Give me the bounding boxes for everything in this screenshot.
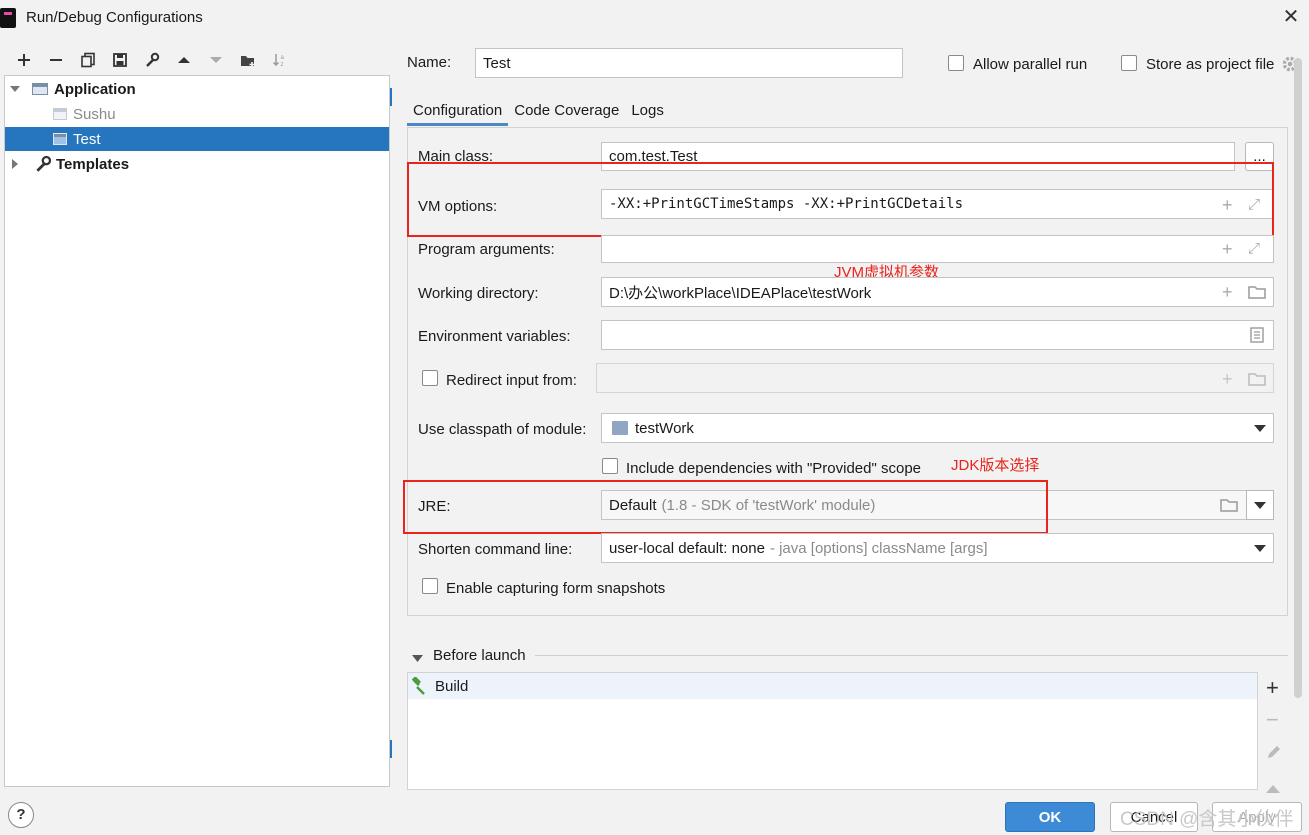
- hammer-icon: [411, 677, 425, 695]
- collapse-down-icon[interactable]: [412, 650, 423, 667]
- include-deps-label: Include dependencies with "Provided" sco…: [626, 460, 922, 477]
- snapshots-checkbox[interactable]: [422, 578, 438, 594]
- title-bar: Run/Debug Configurations ✕: [0, 0, 1309, 38]
- shorten-hint: - java [options] className [args]: [769, 539, 988, 557]
- section-divider: [535, 655, 1288, 656]
- splitter-handle[interactable]: [390, 740, 392, 758]
- program-args-label: Program arguments:: [418, 241, 555, 258]
- classpath-select[interactable]: testWork: [601, 413, 1274, 443]
- tab-logs[interactable]: Logs: [625, 96, 670, 126]
- tree-node-application[interactable]: Application: [5, 77, 389, 101]
- shorten-value: user-local default: none: [609, 539, 765, 557]
- wrench-icon[interactable]: [136, 48, 168, 72]
- wrench-icon: [36, 155, 52, 172]
- svg-text:z: z: [281, 62, 284, 68]
- config-toolbar: az: [8, 48, 296, 72]
- vm-options-highlight: [407, 162, 1274, 237]
- expand-down-icon[interactable]: [10, 84, 20, 94]
- application-icon: [53, 133, 67, 145]
- copy-icon[interactable]: [72, 48, 104, 72]
- folder-add-icon[interactable]: [232, 48, 264, 72]
- list-item[interactable]: Build: [408, 673, 1257, 699]
- application-icon: [32, 83, 48, 95]
- arrow-up-icon[interactable]: [168, 48, 200, 72]
- name-label: Name:: [407, 54, 452, 71]
- env-vars-input[interactable]: [601, 320, 1274, 350]
- tab-bar: Configuration Code Coverage Logs: [407, 96, 670, 126]
- sort-icon[interactable]: az: [264, 48, 296, 72]
- folder-icon[interactable]: [1248, 285, 1266, 303]
- tree-node-templates[interactable]: Templates: [5, 152, 389, 176]
- chevron-down-icon[interactable]: [1254, 545, 1266, 552]
- application-icon: [53, 108, 67, 120]
- chevron-down-icon[interactable]: [1254, 502, 1266, 509]
- module-folder-icon: [612, 421, 628, 435]
- csdn-watermark: CSDN @含其小伙伴: [1120, 809, 1294, 830]
- expand-right-icon[interactable]: [10, 159, 20, 169]
- ok-button[interactable]: OK: [1005, 802, 1095, 832]
- before-launch-title: Before launch: [433, 647, 526, 664]
- add-icon[interactable]: [8, 48, 40, 72]
- redirect-label: Redirect input from:: [446, 372, 577, 389]
- classpath-label: Use classpath of module:: [418, 421, 587, 438]
- allow-parallel-label: Allow parallel run: [973, 56, 1088, 73]
- program-args-input[interactable]: [601, 235, 1274, 263]
- tree-templates-label: Templates: [56, 155, 130, 173]
- redirect-input[interactable]: [596, 363, 1274, 393]
- jre-highlight: [403, 480, 1048, 534]
- tab-code-coverage[interactable]: Code Coverage: [508, 96, 625, 126]
- svg-text:a: a: [281, 55, 285, 61]
- store-project-checkbox[interactable]: [1121, 55, 1137, 71]
- tree-item-test[interactable]: Test: [5, 127, 389, 151]
- redirect-checkbox[interactable]: [422, 370, 438, 386]
- env-vars-label: Environment variables:: [418, 328, 571, 345]
- shorten-label: Shorten command line:: [418, 541, 573, 558]
- vertical-scrollbar[interactable]: [1294, 58, 1302, 698]
- plus-icon[interactable]: +: [1222, 370, 1233, 388]
- window-title: Run/Debug Configurations: [26, 9, 203, 26]
- save-icon[interactable]: [104, 48, 136, 72]
- plus-icon[interactable]: +: [1222, 240, 1233, 258]
- expand-icon[interactable]: ⤢: [1248, 240, 1260, 258]
- document-icon[interactable]: [1250, 327, 1264, 347]
- edit-task-icon[interactable]: [1266, 744, 1282, 764]
- move-up-task-icon[interactable]: [1266, 780, 1280, 797]
- before-launch-list: Build: [407, 672, 1258, 790]
- name-input[interactable]: Test: [475, 48, 903, 78]
- tree-item-label: Sushu: [73, 105, 116, 123]
- intellij-logo-icon: [0, 8, 16, 28]
- close-icon[interactable]: ✕: [1280, 4, 1302, 30]
- store-project-label: Store as project file: [1146, 56, 1275, 73]
- help-button[interactable]: ?: [8, 802, 34, 828]
- working-dir-label: Working directory:: [418, 285, 539, 302]
- tree-item-sushu[interactable]: Sushu: [5, 102, 389, 126]
- folder-icon[interactable]: [1248, 372, 1266, 390]
- tree-item-label: Test: [73, 130, 101, 148]
- snapshots-label: Enable capturing form snapshots: [446, 580, 666, 597]
- arrow-down-icon[interactable]: [200, 48, 232, 72]
- working-dir-input[interactable]: D:\办公\workPlace\IDEAPlace\testWork: [601, 277, 1274, 307]
- tab-configuration[interactable]: Configuration: [407, 96, 509, 126]
- tree-application-label: Application: [54, 80, 136, 98]
- add-task-icon[interactable]: +: [1266, 677, 1279, 699]
- jdk-annotation: JDK版本选择: [951, 457, 1040, 474]
- configuration-tree: Application Sushu Test Templates: [4, 75, 390, 787]
- splitter-handle[interactable]: [390, 88, 392, 106]
- folder-icon[interactable]: [1220, 498, 1238, 516]
- allow-parallel-checkbox[interactable]: [948, 55, 964, 71]
- chevron-down-icon[interactable]: [1254, 425, 1266, 432]
- remove-icon[interactable]: [40, 48, 72, 72]
- remove-task-icon[interactable]: −: [1266, 709, 1279, 731]
- classpath-value: testWork: [635, 419, 694, 437]
- include-deps-checkbox[interactable]: [602, 458, 618, 474]
- shorten-select[interactable]: user-local default: none - java [options…: [601, 533, 1274, 563]
- plus-icon[interactable]: +: [1222, 283, 1233, 301]
- build-label: Build: [435, 677, 469, 695]
